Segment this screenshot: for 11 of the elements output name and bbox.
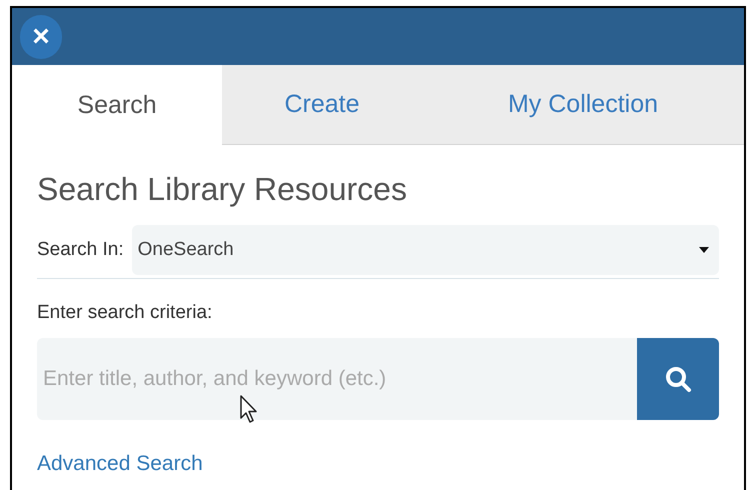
search-button[interactable]: [637, 338, 719, 420]
search-in-label: Search In:: [37, 238, 124, 262]
search-field[interactable]: Enter title, author, and keyword (etc.): [37, 338, 637, 420]
close-button[interactable]: ×: [20, 14, 62, 58]
search-icon: [664, 364, 692, 392]
tab[interactable]: Search: [12, 65, 222, 146]
criteria-label: Enter search criteria:: [37, 301, 214, 325]
search-in-dropdown[interactable]: OneSearch: [132, 225, 719, 275]
page-heading: Search Library Resources: [37, 173, 408, 205]
caret-icon: [699, 247, 709, 253]
advanced-search-link[interactable]: Advanced Search: [37, 452, 203, 474]
